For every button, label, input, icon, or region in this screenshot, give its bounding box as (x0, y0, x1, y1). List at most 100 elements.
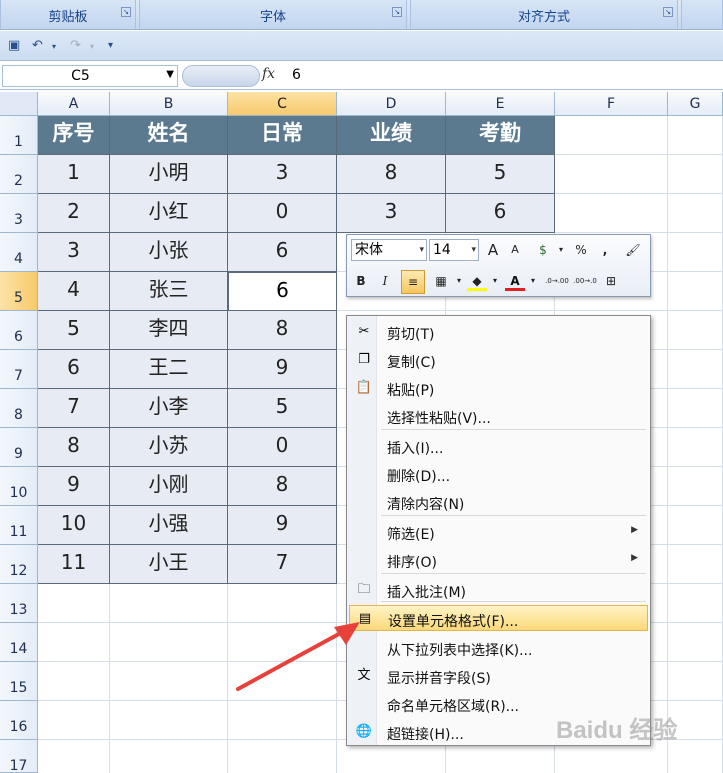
table-cell[interactable]: 5 (38, 311, 110, 350)
table-cell[interactable]: 小强 (110, 506, 228, 545)
undo-icon[interactable]: ↶ (32, 38, 43, 53)
grid-cell[interactable] (668, 272, 723, 311)
row-header-11[interactable]: 11 (0, 506, 38, 545)
table-cell[interactable]: 3 (228, 155, 337, 194)
redo-dropdown-icon[interactable]: ▾ (90, 42, 94, 51)
ribbon-group-more[interactable] (681, 0, 723, 29)
grid-cell[interactable] (228, 740, 337, 773)
menu-item-12[interactable]: 文显示拼音字段(S) (349, 663, 648, 689)
row-header-7[interactable]: 7 (0, 350, 38, 389)
row-header-2[interactable]: 2 (0, 155, 38, 194)
grid-cell[interactable] (668, 350, 723, 389)
table-header-cell[interactable]: 考勤 (446, 116, 555, 155)
table-cell[interactable]: 4 (38, 272, 110, 311)
table-cell[interactable]: 小明 (110, 155, 228, 194)
grid-cell[interactable] (668, 623, 723, 662)
column-header-d[interactable]: D (337, 92, 446, 116)
chevron-down-icon[interactable]: ▾ (419, 240, 424, 260)
fill-color-icon[interactable]: ◆ (467, 271, 487, 291)
menu-item-1[interactable]: ❐ 复制(C) (349, 347, 648, 373)
name-box[interactable]: C5 ▼ (2, 65, 178, 87)
table-cell[interactable]: 小张 (110, 233, 228, 272)
grid-cell[interactable] (668, 584, 723, 623)
table-cell[interactable]: 3 (38, 233, 110, 272)
grid-cell[interactable] (110, 623, 228, 662)
row-header-6[interactable]: 6 (0, 311, 38, 350)
row-header-14[interactable]: 14 (0, 623, 38, 662)
menu-item-5[interactable]: 删除(D)... (349, 461, 648, 487)
percent-style-button[interactable]: % (571, 240, 591, 260)
column-header-a[interactable]: A (38, 92, 110, 116)
active-cell[interactable]: 6 (228, 272, 337, 311)
table-cell[interactable]: 2 (38, 194, 110, 233)
grid-cell[interactable] (38, 662, 110, 701)
table-cell[interactable]: 8 (38, 428, 110, 467)
grid-cell[interactable] (668, 389, 723, 428)
menu-item-11[interactable]: 从下拉列表中选择(K)... (349, 635, 648, 661)
dialog-launcher-icon[interactable]: ↘ (121, 7, 131, 17)
column-header-e[interactable]: E (446, 92, 555, 116)
save-icon[interactable]: ▣ (8, 38, 20, 53)
shrink-font-button[interactable]: A (505, 240, 525, 260)
undo-dropdown-icon[interactable]: ▾ (52, 42, 56, 51)
grid-cell[interactable] (668, 506, 723, 545)
column-header-f[interactable]: F (555, 92, 668, 116)
currency-format-icon[interactable]: $ (533, 240, 553, 260)
grid-cell[interactable] (110, 701, 228, 740)
grid-cell[interactable] (668, 545, 723, 584)
grid-cell[interactable] (668, 428, 723, 467)
menu-item-0[interactable]: ✂ 剪切(T) (349, 319, 648, 345)
grid-cell[interactable] (110, 740, 228, 773)
chevron-down-icon[interactable]: ▾ (449, 271, 469, 291)
customize-toolbar-icon[interactable]: ▾ (108, 40, 113, 51)
grid-cell[interactable] (668, 662, 723, 701)
table-header-cell[interactable]: 业绩 (337, 116, 446, 155)
grid-cell[interactable] (668, 467, 723, 506)
table-cell[interactable]: 小红 (110, 194, 228, 233)
table-cell[interactable]: 小王 (110, 545, 228, 584)
table-cell[interactable]: 6 (38, 350, 110, 389)
bold-button[interactable]: B (351, 271, 371, 291)
grid-cell[interactable] (668, 311, 723, 350)
row-header-3[interactable]: 3 (0, 194, 38, 233)
font-color-button[interactable]: A (505, 271, 525, 291)
row-header-16[interactable]: 16 (0, 701, 38, 740)
grid-cell[interactable] (668, 233, 723, 272)
grid-cell[interactable] (668, 155, 723, 194)
decrease-decimal-button[interactable]: .00→.0 (573, 271, 597, 291)
table-cell[interactable]: 5 (228, 389, 337, 428)
ribbon-group-alignment[interactable]: 对齐方式 ↘ (410, 0, 678, 29)
grid-cell[interactable] (110, 584, 228, 623)
insert-function-icon[interactable]: fx (262, 66, 275, 82)
dialog-launcher-icon[interactable]: ↘ (663, 7, 673, 17)
table-cell[interactable]: 5 (446, 155, 555, 194)
grid-cell[interactable] (555, 194, 668, 233)
row-header-4[interactable]: 4 (0, 233, 38, 272)
table-cell[interactable]: 0 (228, 428, 337, 467)
row-header-15[interactable]: 15 (0, 662, 38, 701)
menu-item-6[interactable]: 清除内容(N) (349, 489, 648, 515)
chevron-down-icon[interactable]: ▾ (471, 240, 476, 260)
table-header-cell[interactable]: 序号 (38, 116, 110, 155)
table-header-cell[interactable]: 日常 (228, 116, 337, 155)
row-header-5[interactable]: 5 (0, 272, 38, 311)
table-header-cell[interactable]: 姓名 (110, 116, 228, 155)
table-cell[interactable]: 9 (38, 467, 110, 506)
grid-cell[interactable] (38, 740, 110, 773)
column-header-g[interactable]: G (668, 92, 723, 116)
select-all-corner[interactable] (0, 92, 38, 116)
comma-style-button[interactable]: , (595, 240, 615, 260)
grid-cell[interactable] (668, 194, 723, 233)
menu-item-7[interactable]: 筛选(E) ▶ (349, 519, 648, 545)
row-header-8[interactable]: 8 (0, 389, 38, 428)
center-align-button[interactable]: ≡ (401, 270, 425, 294)
table-cell[interactable]: 6 (446, 194, 555, 233)
grid-cell[interactable] (110, 662, 228, 701)
column-header-c[interactable]: C (228, 92, 337, 116)
table-cell[interactable]: 6 (228, 233, 337, 272)
grid-cell[interactable] (38, 584, 110, 623)
table-cell[interactable]: 9 (228, 350, 337, 389)
grid-cell[interactable] (555, 155, 668, 194)
table-cell[interactable]: 3 (337, 194, 446, 233)
italic-button[interactable]: I (375, 271, 395, 291)
